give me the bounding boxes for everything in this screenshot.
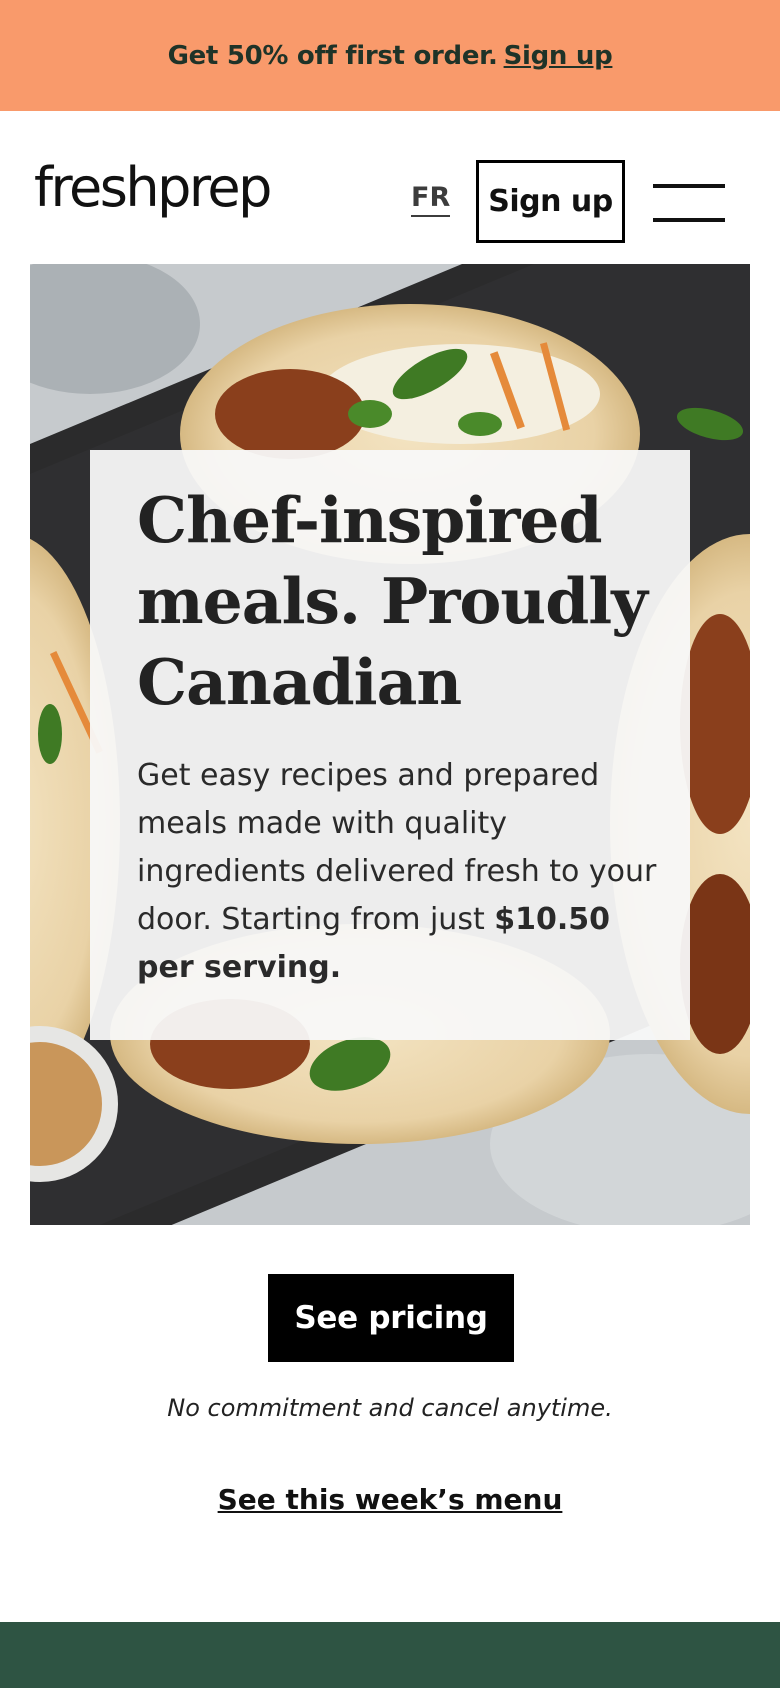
language-toggle[interactable]: FR <box>411 183 451 217</box>
hamburger-menu-icon[interactable] <box>653 184 725 224</box>
hero-card: Chef-inspired meals. Proudly Canadian⁠ G… <box>90 450 690 1040</box>
footer-band <box>0 1622 780 1688</box>
weekly-menu-link[interactable]: See this week’s menu <box>0 1483 780 1516</box>
promo-signup-link[interactable]: Sign up <box>504 41 613 71</box>
site-header: freshprep FR Sign up <box>0 111 780 263</box>
promo-banner: Get 50% off first order. Sign up <box>0 0 780 111</box>
logo[interactable]: freshprep <box>34 161 272 215</box>
hero-subtext: Get easy recipes and prepared meals made… <box>137 752 657 992</box>
hero-section: Chef-inspired meals. Proudly Canadian⁠ G… <box>30 264 750 1225</box>
see-pricing-button[interactable]: See pricing <box>268 1274 514 1362</box>
promo-text: Get 50% off first order. <box>167 40 498 71</box>
hero-headline: Chef-inspired meals. Proudly Canadian⁠ <box>137 483 648 719</box>
no-commitment-note: No commitment and cancel anytime. <box>167 1394 613 1422</box>
signup-button[interactable]: Sign up <box>476 160 625 243</box>
